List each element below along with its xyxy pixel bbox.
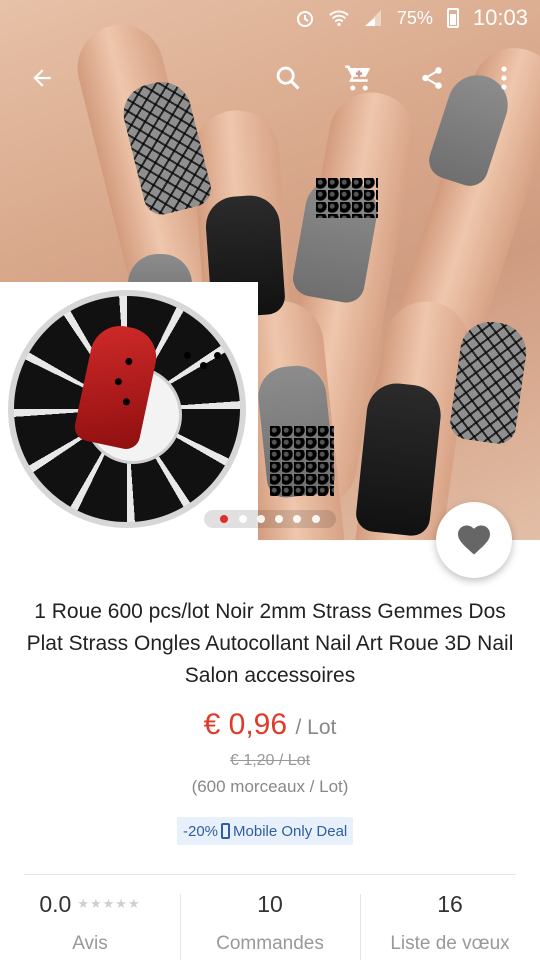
rating-stars: ★★★★★ xyxy=(77,896,141,911)
reviews-stat[interactable]: 0.0 ★★★★★ Avis xyxy=(0,890,180,960)
divider xyxy=(24,874,516,875)
stats-row: 0.0 ★★★★★ Avis 10 Commandes 16 Liste de … xyxy=(0,890,540,960)
phone-icon xyxy=(221,823,231,839)
status-bar: 75% 10:03 xyxy=(0,0,540,36)
black-nail xyxy=(354,380,444,538)
reviews-label: Avis xyxy=(72,933,108,954)
cart-icon xyxy=(345,65,371,91)
original-price: € 1,20 / Lot xyxy=(229,752,311,769)
wishlist-count: 16 xyxy=(437,891,463,917)
pager-dot[interactable] xyxy=(293,515,302,523)
rhinestone-cluster xyxy=(270,426,334,496)
pieces-per-lot: (600 morceaux / Lot) xyxy=(191,777,349,796)
current-price: € 0,96 xyxy=(203,708,288,741)
product-title: 1 Roue 600 pcs/lot Noir 2mm Strass Gemme… xyxy=(26,600,514,687)
battery-icon xyxy=(446,8,459,28)
rhinestone-cluster xyxy=(316,178,378,218)
pager-dot[interactable] xyxy=(238,515,247,523)
search-button[interactable] xyxy=(264,52,312,104)
orders-stat[interactable]: 10 Commandes xyxy=(180,890,360,960)
pager-dot[interactable] xyxy=(256,515,265,523)
more-vert-icon xyxy=(501,66,507,90)
pager-dot-active[interactable] xyxy=(220,515,229,523)
share-button[interactable] xyxy=(408,52,456,104)
wishlist-button[interactable] xyxy=(436,502,512,578)
rating-value: 0.0 xyxy=(39,891,72,917)
signal-icon xyxy=(363,8,383,28)
sample-dot xyxy=(200,362,207,369)
image-pager[interactable] xyxy=(204,510,336,528)
clock: 10:03 xyxy=(472,5,528,30)
heart-icon xyxy=(458,525,490,555)
wishlist-label: Liste de vœux xyxy=(390,933,510,954)
wishlist-stat[interactable]: 16 Liste de vœux xyxy=(360,890,540,960)
alarm-icon xyxy=(295,8,315,28)
wifi-icon xyxy=(329,8,349,28)
search-icon xyxy=(276,66,300,90)
share-icon xyxy=(422,67,442,89)
deal-discount: -20% xyxy=(183,822,219,840)
battery-percent: 75% xyxy=(396,7,433,28)
cart-button[interactable] xyxy=(335,52,383,104)
back-arrow-icon xyxy=(33,69,51,87)
pager-dot[interactable] xyxy=(275,515,284,523)
back-button[interactable] xyxy=(18,52,66,104)
orders-count: 10 xyxy=(257,891,283,917)
price-unit: / Lot xyxy=(295,716,337,739)
app-bar xyxy=(0,52,540,104)
sample-dot xyxy=(214,352,221,359)
sample-dot xyxy=(184,352,191,359)
price-row: € 0,96 / Lot xyxy=(0,708,540,742)
deal-label: Mobile Only Deal xyxy=(233,822,348,840)
pager-dot[interactable] xyxy=(311,515,320,523)
mobile-deal-badge: -20% Mobile Only Deal xyxy=(177,817,354,845)
orders-label: Commandes xyxy=(216,933,324,954)
product-image[interactable]: 75% 10:03 xyxy=(0,0,540,540)
more-options-button[interactable] xyxy=(480,52,528,104)
